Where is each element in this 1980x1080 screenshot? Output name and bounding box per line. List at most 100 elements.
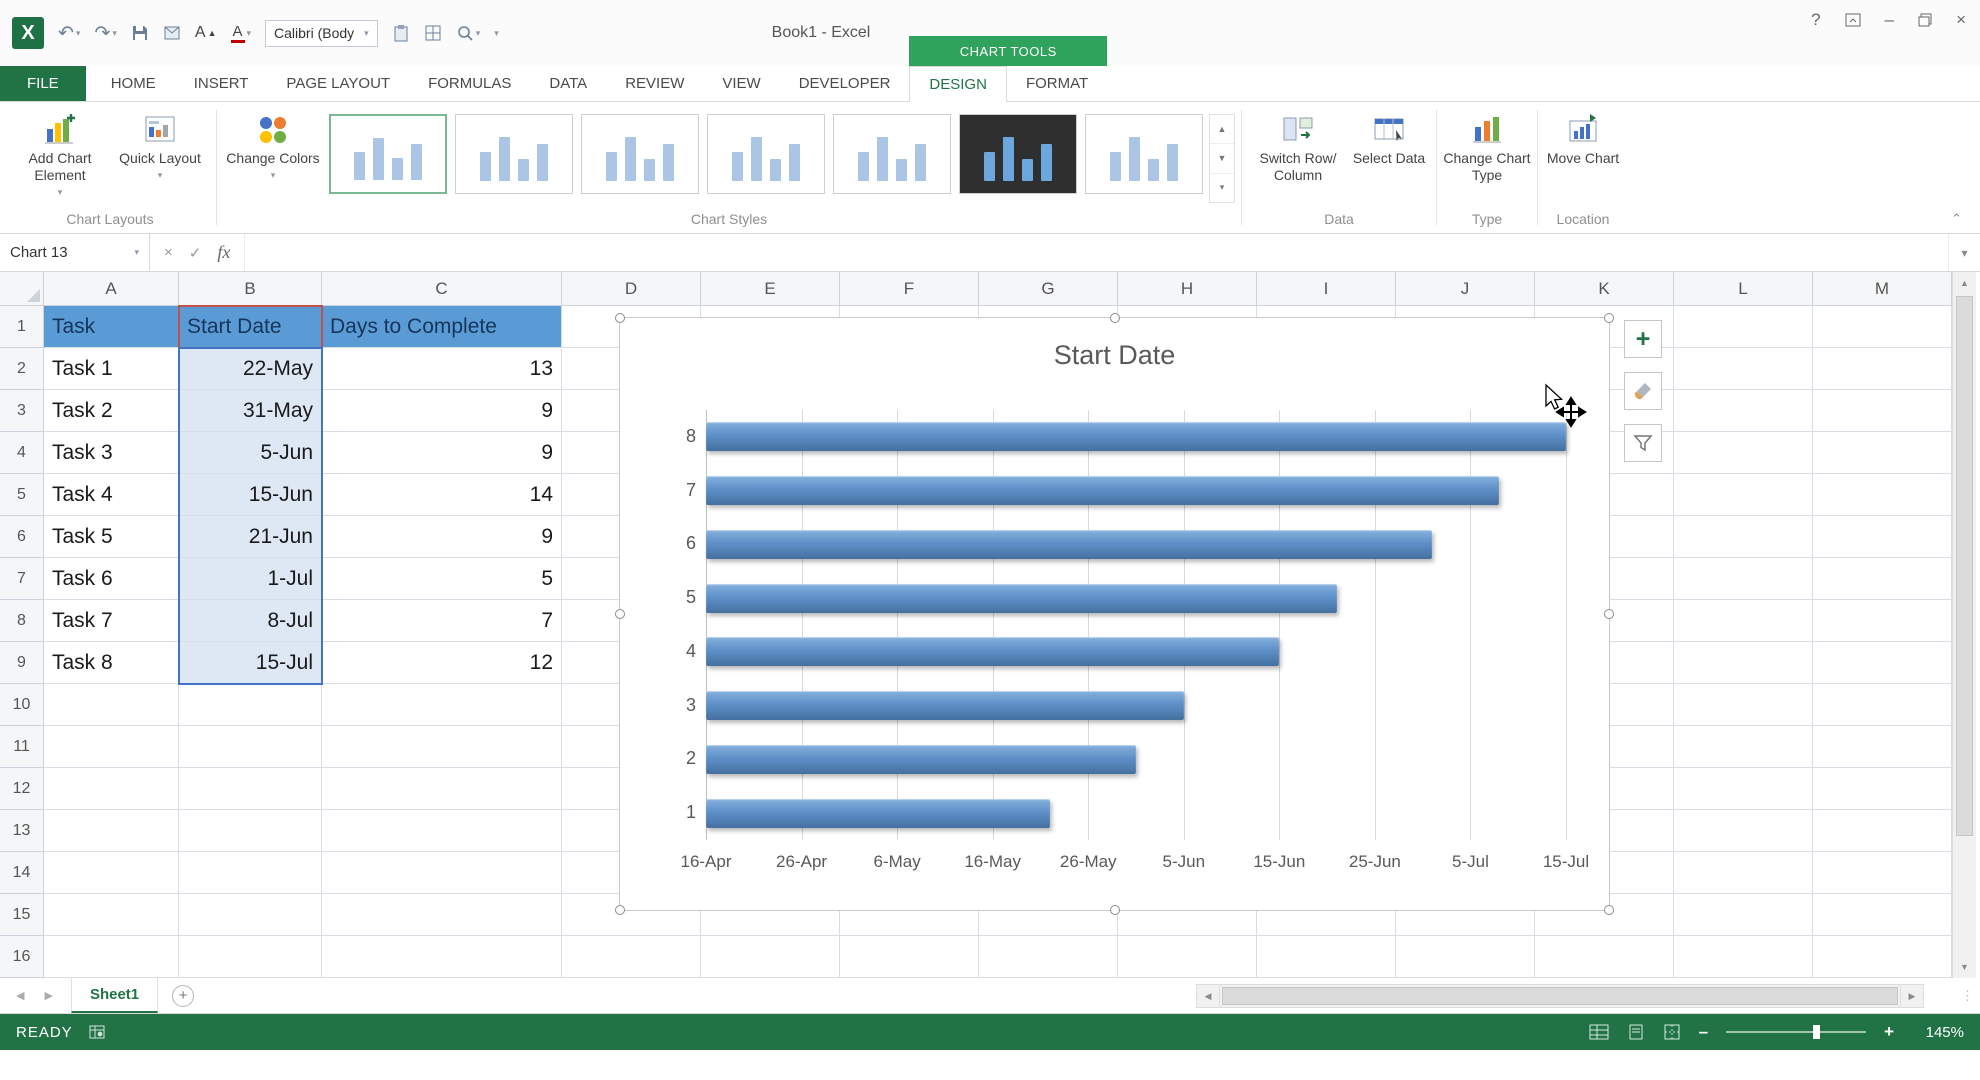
cell-M5[interactable] bbox=[1813, 474, 1952, 516]
tab-file[interactable]: FILE bbox=[0, 66, 86, 101]
tab-formulas[interactable]: FORMULAS bbox=[409, 66, 530, 101]
horizontal-scrollbar[interactable]: ◀ ▶ bbox=[1196, 984, 1924, 1008]
name-box[interactable]: Chart 13 ▾ bbox=[0, 234, 150, 271]
chart-style-thumb-7[interactable] bbox=[1085, 114, 1203, 194]
row-header-7[interactable]: 7 bbox=[0, 558, 44, 600]
chart-resize-handle[interactable] bbox=[1604, 905, 1614, 915]
row-header-9[interactable]: 9 bbox=[0, 642, 44, 684]
zoom-level[interactable]: 145% bbox=[1912, 1024, 1964, 1041]
expand-formula-bar-button[interactable]: ▾ bbox=[1948, 234, 1980, 271]
cell-B13[interactable] bbox=[179, 810, 322, 852]
macro-record-icon[interactable] bbox=[89, 1025, 105, 1039]
move-chart-button[interactable]: Move Chart bbox=[1544, 106, 1622, 167]
undo-button[interactable]: ↶ ▾ bbox=[58, 24, 80, 43]
cell-L2[interactable] bbox=[1674, 348, 1813, 390]
sheet-tab-sheet1[interactable]: Sheet1 bbox=[70, 978, 159, 1013]
cell-B8[interactable]: 8-Jul bbox=[179, 600, 322, 642]
chart-style-thumb-3[interactable] bbox=[581, 114, 699, 194]
tab-design[interactable]: DESIGN bbox=[909, 66, 1007, 102]
cell-M15[interactable] bbox=[1813, 894, 1952, 936]
cell-M2[interactable] bbox=[1813, 348, 1952, 390]
row-header-6[interactable]: 6 bbox=[0, 516, 44, 558]
chart[interactable]: Start Date 16-Apr 26-Apr 6-May 16-May 26-May… bbox=[615, 313, 1614, 915]
tab-page-layout[interactable]: PAGE LAYOUT bbox=[267, 66, 409, 101]
chart-bar[interactable] bbox=[706, 476, 1500, 506]
chart-bar[interactable] bbox=[706, 422, 1566, 452]
cell-C1[interactable]: Days to Complete bbox=[322, 306, 562, 348]
cell-C4[interactable]: 9 bbox=[322, 432, 562, 474]
ribbon-display-options-button[interactable] bbox=[1845, 12, 1861, 28]
cell-C6[interactable]: 9 bbox=[322, 516, 562, 558]
grow-font-button[interactable]: A ▲ bbox=[195, 25, 217, 41]
cell-B6[interactable]: 21-Jun bbox=[179, 516, 322, 558]
chart-style-thumb-4[interactable] bbox=[707, 114, 825, 194]
chart-resize-handle[interactable] bbox=[615, 313, 625, 323]
cell-C10[interactable] bbox=[322, 684, 562, 726]
chart-bar[interactable] bbox=[706, 583, 1337, 613]
insert-function-button[interactable]: fx bbox=[217, 242, 230, 263]
paste-button[interactable] bbox=[392, 24, 410, 42]
row-header-15[interactable]: 15 bbox=[0, 894, 44, 936]
cell-M11[interactable] bbox=[1813, 726, 1952, 768]
chart-resize-handle[interactable] bbox=[615, 905, 625, 915]
horizontal-scroll-track[interactable] bbox=[1220, 984, 1900, 1008]
chart-filters-button[interactable] bbox=[1624, 424, 1662, 462]
zoom-slider[interactable] bbox=[1726, 1025, 1867, 1039]
cell-A10[interactable] bbox=[44, 684, 179, 726]
gallery-scroll-up-button[interactable]: ▲ bbox=[1210, 115, 1234, 145]
cell-M8[interactable] bbox=[1813, 600, 1952, 642]
chart-resize-handle[interactable] bbox=[1109, 905, 1120, 915]
add-chart-element-button[interactable]: Add Chart Element ▾ bbox=[10, 106, 110, 201]
cell-B16[interactable] bbox=[179, 936, 322, 978]
cancel-formula-button[interactable]: × bbox=[164, 244, 173, 261]
cell-C8[interactable]: 7 bbox=[322, 600, 562, 642]
save-button[interactable] bbox=[131, 24, 149, 42]
chart-bar[interactable] bbox=[706, 744, 1136, 774]
zoom-out-button[interactable]: – bbox=[1699, 1022, 1708, 1042]
zoom-in-button[interactable]: + bbox=[1884, 1022, 1894, 1042]
row-header-5[interactable]: 5 bbox=[0, 474, 44, 516]
cell-C12[interactable] bbox=[322, 768, 562, 810]
cell-M6[interactable] bbox=[1813, 516, 1952, 558]
page-layout-view-button[interactable] bbox=[1627, 1024, 1645, 1040]
cell-L3[interactable] bbox=[1674, 390, 1813, 432]
cell-C2[interactable]: 13 bbox=[322, 348, 562, 390]
column-header-I[interactable]: I bbox=[1257, 272, 1396, 306]
column-header-M[interactable]: M bbox=[1813, 272, 1952, 306]
cell-B4[interactable]: 5-Jun bbox=[179, 432, 322, 474]
row-header-14[interactable]: 14 bbox=[0, 852, 44, 894]
cell-B7[interactable]: 1-Jul bbox=[179, 558, 322, 600]
column-header-H[interactable]: H bbox=[1118, 272, 1257, 306]
cell-M16[interactable] bbox=[1813, 936, 1952, 978]
chart-resize-handle[interactable] bbox=[615, 609, 625, 619]
tab-data[interactable]: DATA bbox=[530, 66, 606, 101]
cell-L7[interactable] bbox=[1674, 558, 1813, 600]
cell-M10[interactable] bbox=[1813, 684, 1952, 726]
vertical-scrollbar[interactable]: ▲ ▼ bbox=[1952, 272, 1976, 978]
row-header-13[interactable]: 13 bbox=[0, 810, 44, 852]
cell-A12[interactable] bbox=[44, 768, 179, 810]
cell-B9[interactable]: 15-Jul bbox=[179, 642, 322, 684]
cell-A2[interactable]: Task 1 bbox=[44, 348, 179, 390]
cell-C14[interactable] bbox=[322, 852, 562, 894]
cell-B12[interactable] bbox=[179, 768, 322, 810]
row-header-10[interactable]: 10 bbox=[0, 684, 44, 726]
cell-B5[interactable]: 15-Jun bbox=[179, 474, 322, 516]
column-header-G[interactable]: G bbox=[979, 272, 1118, 306]
tab-developer[interactable]: DEVELOPER bbox=[780, 66, 910, 101]
cell-E16[interactable] bbox=[701, 936, 840, 978]
cell-B3[interactable]: 31-May bbox=[179, 390, 322, 432]
zoom-slider-handle[interactable] bbox=[1812, 1025, 1820, 1039]
row-header-2[interactable]: 2 bbox=[0, 348, 44, 390]
cell-B15[interactable] bbox=[179, 894, 322, 936]
cell-H16[interactable] bbox=[1118, 936, 1257, 978]
select-data-button[interactable]: Select Data bbox=[1348, 106, 1430, 167]
tab-format[interactable]: FORMAT bbox=[1007, 66, 1107, 101]
tab-splitter-handle[interactable]: ⋮ bbox=[1961, 978, 1980, 1013]
cell-L6[interactable] bbox=[1674, 516, 1813, 558]
cell-A15[interactable] bbox=[44, 894, 179, 936]
vertical-scroll-thumb[interactable] bbox=[1956, 296, 1973, 836]
cell-J16[interactable] bbox=[1396, 936, 1535, 978]
cell-B14[interactable] bbox=[179, 852, 322, 894]
next-sheet-button[interactable]: ▶ bbox=[44, 989, 52, 1002]
